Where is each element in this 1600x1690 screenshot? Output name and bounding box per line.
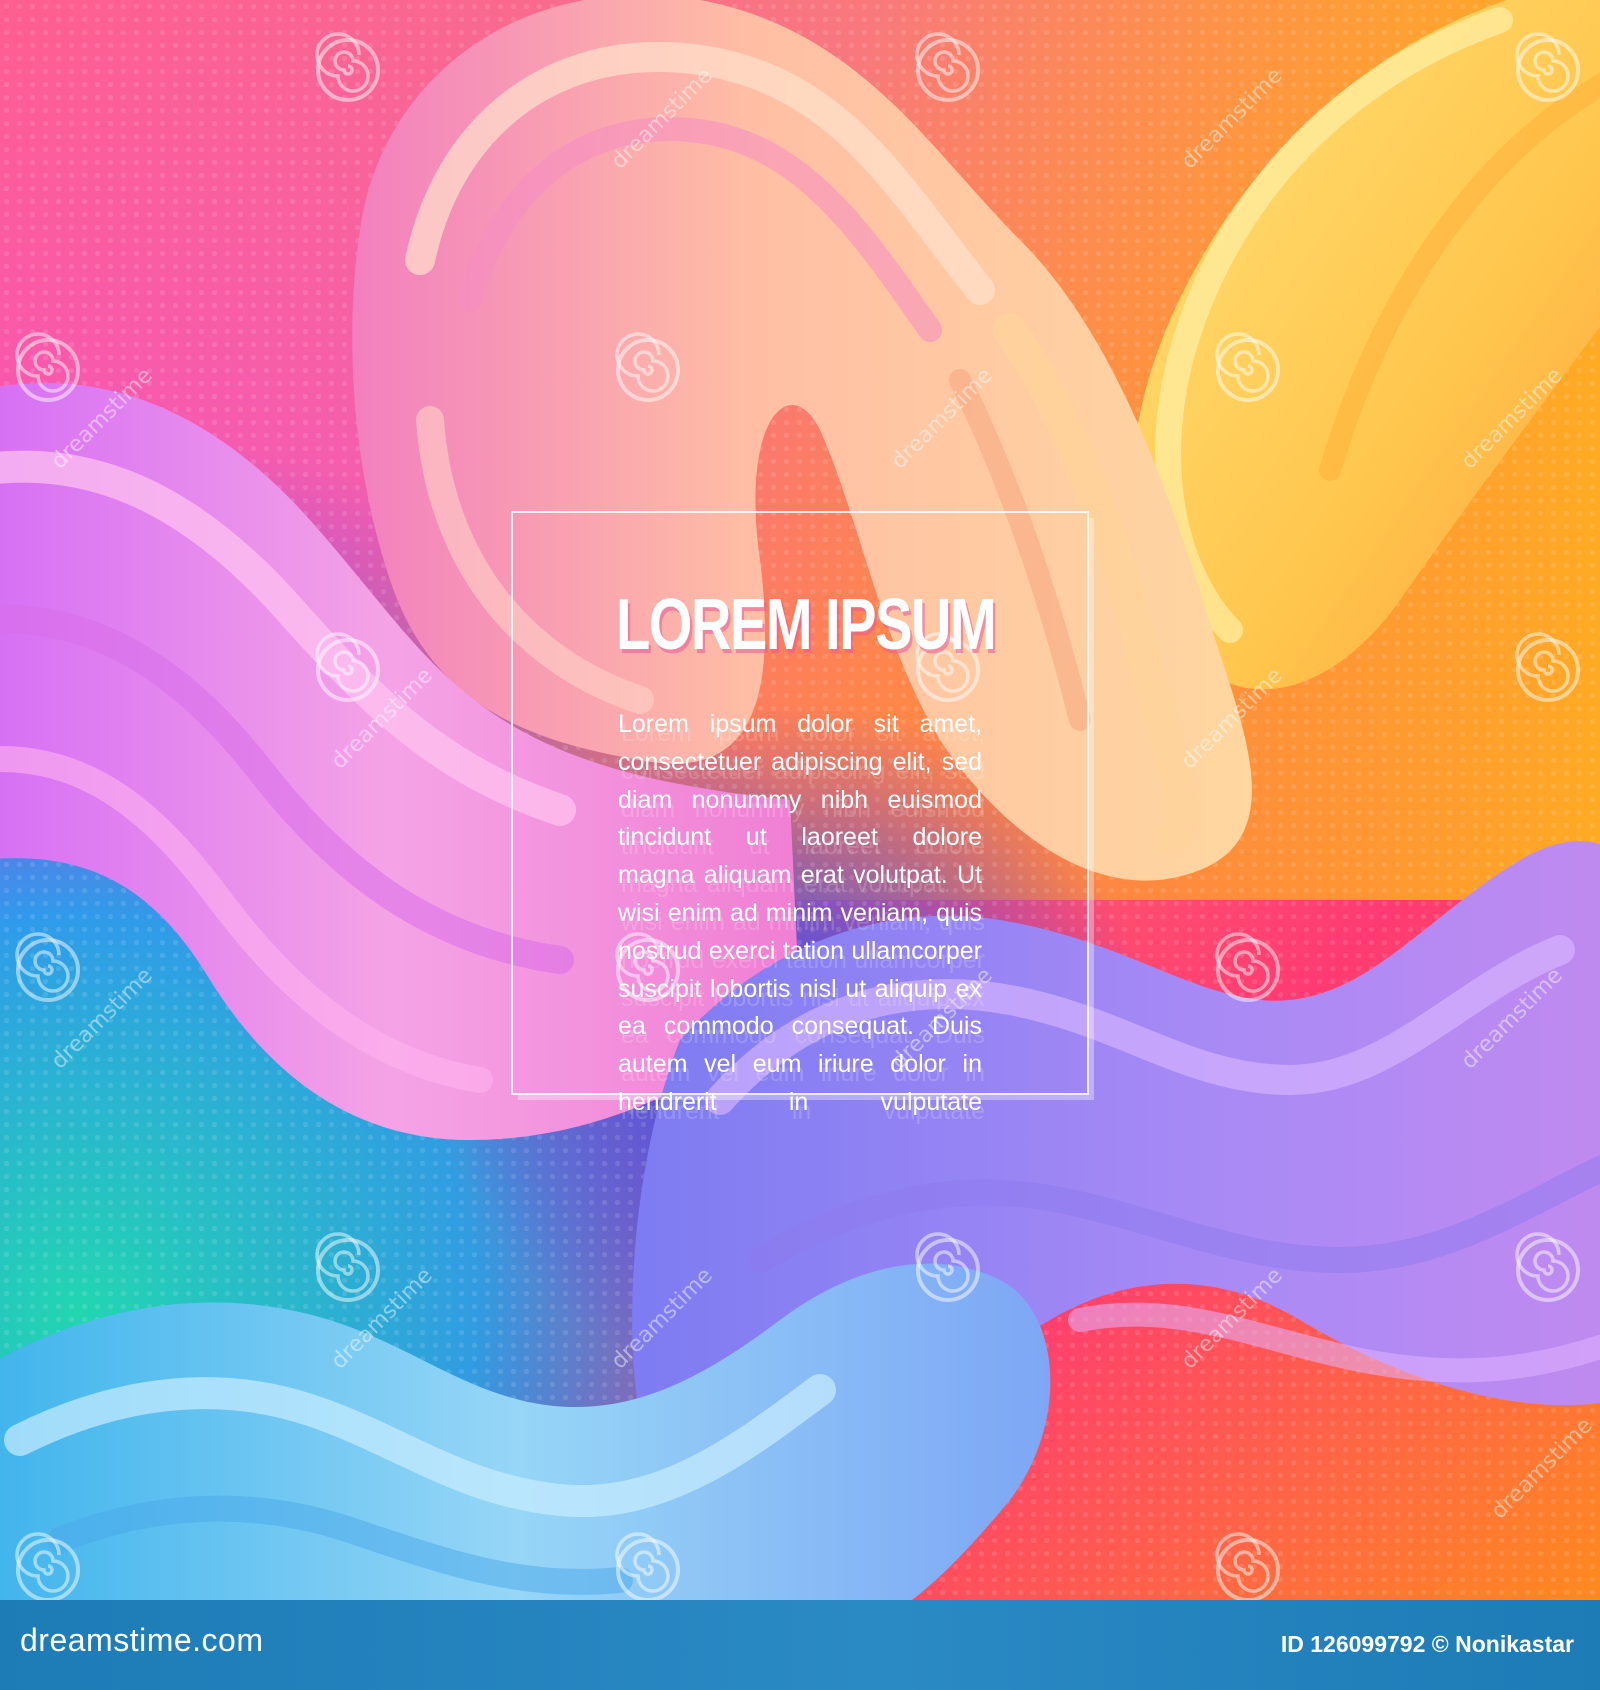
poster-headline: LOREM IPSUM xyxy=(616,585,997,665)
footer-brand[interactable]: dreamstime.com xyxy=(20,1622,264,1659)
poster-body-text: Lorem ipsum dolor sit amet, consectetuer… xyxy=(618,710,982,1116)
footer-image-id: ID 126099792 © Nonikastar xyxy=(1280,1631,1574,1657)
stock-footer-bar: dreamstime.com ID 126099792 © Nonikastar xyxy=(0,1600,1600,1690)
poster: dreamstime dreamstime dreamstime dreamstime… xyxy=(0,0,1600,1600)
